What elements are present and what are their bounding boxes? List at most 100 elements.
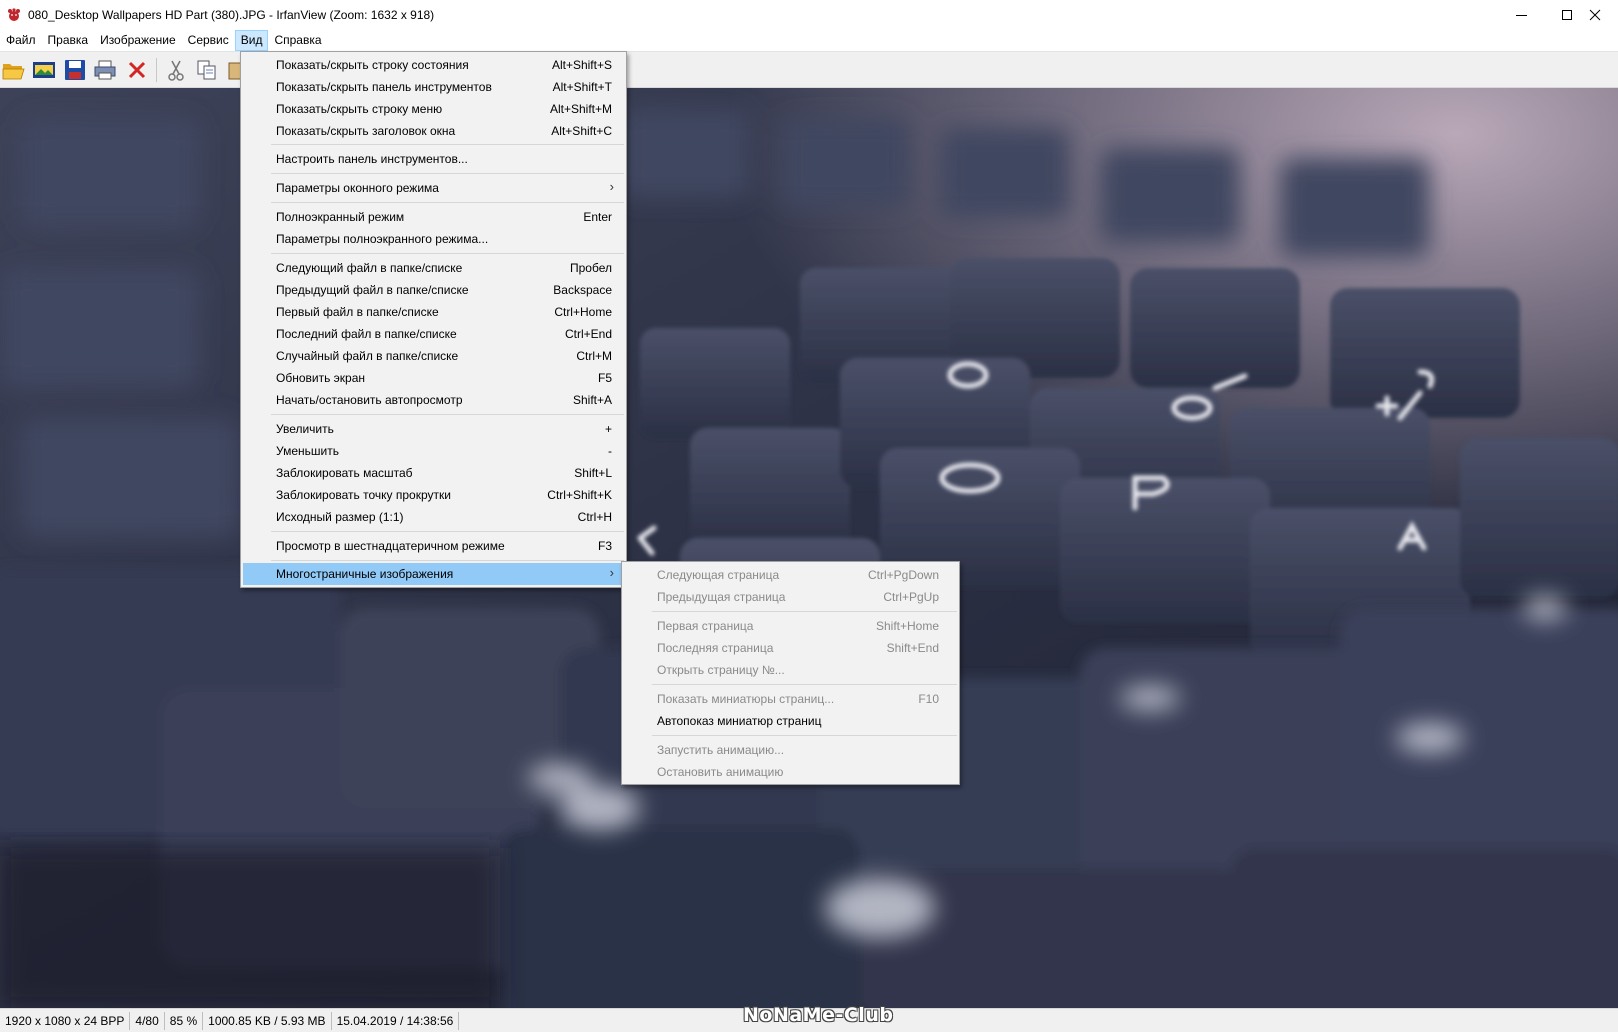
menu-item-label: Начать/остановить автопросмотр	[276, 393, 463, 407]
status-file-size: 1000.85 KB / 5.93 MB	[203, 1011, 332, 1030]
menu-separator	[652, 735, 957, 736]
menu-customize-toolbar[interactable]: Настроить панель инструментов...	[243, 148, 624, 170]
menu-multipage-images[interactable]: Многостраничные изображения ›	[243, 563, 624, 585]
menu-item-label: Параметры полноэкранного режима...	[276, 232, 489, 246]
minimize-button[interactable]	[1498, 0, 1544, 30]
menu-item-label: Увеличить	[276, 422, 334, 436]
menu-fullscreen-options[interactable]: Параметры полноэкранного режима...	[243, 228, 624, 250]
menu-item-label: Следующая страница	[657, 568, 780, 582]
menu-fullscreen[interactable]: Полноэкранный режим Enter	[243, 206, 624, 228]
menu-item-shortcut: Backspace	[553, 283, 612, 297]
delete-icon	[128, 61, 146, 79]
menu-zoom-out[interactable]: Уменьшить -	[243, 440, 624, 462]
menu-toggle-caption[interactable]: Показать/скрыть заголовок окна Alt+Shift+…	[243, 120, 624, 142]
menu-item-shortcut: Alt+Shift+T	[552, 80, 612, 94]
menu-item-label: Просмотр в шестнадцатеричном режиме	[276, 539, 505, 553]
menu-previous-file[interactable]: Предыдущий файл в папке/списке Backspace	[243, 279, 624, 301]
slideshow-button[interactable]	[31, 57, 57, 83]
watermark: NoNaMe-Club	[743, 1004, 894, 1026]
menu-separator	[271, 202, 624, 203]
menu-item-shortcut: F5	[597, 371, 612, 385]
menu-item-label: Обновить экран	[276, 371, 366, 385]
menu-item-label: Многостраничные изображения	[276, 567, 454, 581]
status-zoom: 85 %	[165, 1011, 204, 1030]
menu-view[interactable]: Вид	[234, 30, 269, 51]
menu-next-file[interactable]: Следующий файл в папке/списке Пробел	[243, 257, 624, 279]
menu-help[interactable]: Справка	[268, 30, 327, 51]
menu-separator	[271, 253, 624, 254]
menu-item-label: Последний файл в папке/списке	[276, 327, 457, 341]
submenu-next-page[interactable]: Следующая страница Ctrl+PgDown	[624, 564, 957, 586]
menu-bar: Файл Правка Изображение Сервис Вид Справ…	[0, 30, 1618, 51]
submenu-open-page[interactable]: Открыть страницу №...	[624, 659, 957, 681]
menu-item-shortcut: Shift+End	[886, 641, 939, 655]
menu-autoplay[interactable]: Начать/остановить автопросмотр Shift+A	[243, 389, 624, 411]
print-button[interactable]	[92, 57, 118, 83]
menu-item-shortcut: Ctrl+End	[564, 327, 612, 341]
cut-icon	[168, 60, 184, 81]
menu-item-shortcut: -	[608, 444, 612, 458]
menu-image[interactable]: Изображение	[94, 30, 182, 51]
menu-toggle-menubar[interactable]: Показать/скрыть строку меню Alt+Shift+M	[243, 98, 624, 120]
menu-separator	[271, 173, 624, 174]
menu-item-label: Показать миниатюры страниц...	[657, 692, 835, 706]
menu-separator	[271, 144, 624, 145]
menu-item-shortcut: Ctrl+Home	[554, 305, 612, 319]
menu-refresh[interactable]: Обновить экран F5	[243, 367, 624, 389]
menu-random-file[interactable]: Случайный файл в папке/списке Ctrl+M	[243, 345, 624, 367]
title-bar: 080_Desktop Wallpapers HD Part (380).JPG…	[0, 0, 1618, 30]
delete-button[interactable]	[124, 57, 150, 83]
open-button[interactable]	[1, 57, 27, 83]
submenu-start-animation[interactable]: Запустить анимацию...	[624, 739, 957, 761]
menu-item-label: Автопоказ миниатюр страниц	[657, 714, 822, 728]
menu-first-file[interactable]: Первый файл в папке/списке Ctrl+Home	[243, 301, 624, 323]
menu-lock-zoom[interactable]: Заблокировать масштаб Shift+L	[243, 462, 624, 484]
menu-item-shortcut: Enter	[583, 210, 612, 224]
menu-item-shortcut: Shift+L	[574, 466, 612, 480]
menu-original-size[interactable]: Исходный размер (1:1) Ctrl+H	[243, 506, 624, 528]
menu-hex-view[interactable]: Просмотр в шестнадцатеричном режиме F3	[243, 535, 624, 557]
menu-item-shortcut: Alt+Shift+M	[549, 102, 612, 116]
menu-item-label: Показать/скрыть панель инструментов	[276, 80, 492, 94]
submenu-first-page[interactable]: Первая страница Shift+Home	[624, 615, 957, 637]
cut-button[interactable]	[163, 57, 189, 83]
menu-toggle-toolbar[interactable]: Показать/скрыть панель инструментов Alt+S…	[243, 76, 624, 98]
menu-item-shortcut: Shift+Home	[875, 619, 939, 633]
menu-item-label: Предыдущая страница	[657, 590, 786, 604]
submenu-previous-page[interactable]: Предыдущая страница Ctrl+PgUp	[624, 586, 957, 608]
submenu-last-page[interactable]: Последняя страница Shift+End	[624, 637, 957, 659]
menu-item-shortcut: Ctrl+PgDown	[867, 568, 939, 582]
view-menu-dropdown: Показать/скрыть строку состояния Alt+Shif…	[240, 51, 627, 588]
status-dimensions: 1920 x 1080 x 24 BPP	[0, 1011, 131, 1030]
menu-item-label: Последняя страница	[657, 641, 774, 655]
menu-item-label: Показать/скрыть строку состояния	[276, 58, 469, 72]
minimize-icon	[1515, 14, 1527, 16]
copy-button[interactable]	[194, 57, 220, 83]
menu-separator	[652, 684, 957, 685]
slideshow-icon	[33, 62, 55, 78]
menu-item-label: Заблокировать точку прокрутки	[276, 488, 451, 502]
menu-edit[interactable]: Правка	[42, 30, 95, 51]
submenu-stop-animation[interactable]: Остановить анимацию	[624, 761, 957, 783]
menu-window-mode-options[interactable]: Параметры оконного режима ›	[243, 177, 624, 199]
menu-item-label: Показать/скрыть заголовок окна	[276, 124, 456, 138]
menu-item-shortcut: Alt+Shift+S	[551, 58, 612, 72]
menu-item-label: Заблокировать масштаб	[276, 466, 413, 480]
window-title: 080_Desktop Wallpapers HD Part (380).JPG…	[28, 8, 435, 22]
save-button[interactable]	[62, 57, 88, 83]
multipage-submenu: Следующая страница Ctrl+PgDown Предыдущая…	[621, 561, 960, 785]
menu-zoom-in[interactable]: Увеличить +	[243, 418, 624, 440]
close-button[interactable]	[1572, 0, 1618, 30]
menu-options[interactable]: Сервис	[182, 30, 235, 51]
menu-lock-scroll[interactable]: Заблокировать точку прокрутки Ctrl+Shift+…	[243, 484, 624, 506]
open-folder-icon	[2, 64, 25, 80]
menu-last-file[interactable]: Последний файл в папке/списке Ctrl+End	[243, 323, 624, 345]
submenu-show-thumbnails[interactable]: Показать миниатюры страниц... F10	[624, 688, 957, 710]
submenu-auto-thumbnails[interactable]: Автопоказ миниатюр страниц	[624, 710, 957, 732]
menu-toggle-statusbar[interactable]: Показать/скрыть строку состояния Alt+Shif…	[243, 54, 624, 76]
copy-icon	[197, 60, 216, 80]
maximize-icon	[1562, 10, 1572, 20]
menu-item-label: Первый файл в папке/списке	[276, 305, 439, 319]
menu-file[interactable]: Файл	[0, 30, 42, 51]
menu-item-shortcut: Пробел	[570, 261, 612, 275]
